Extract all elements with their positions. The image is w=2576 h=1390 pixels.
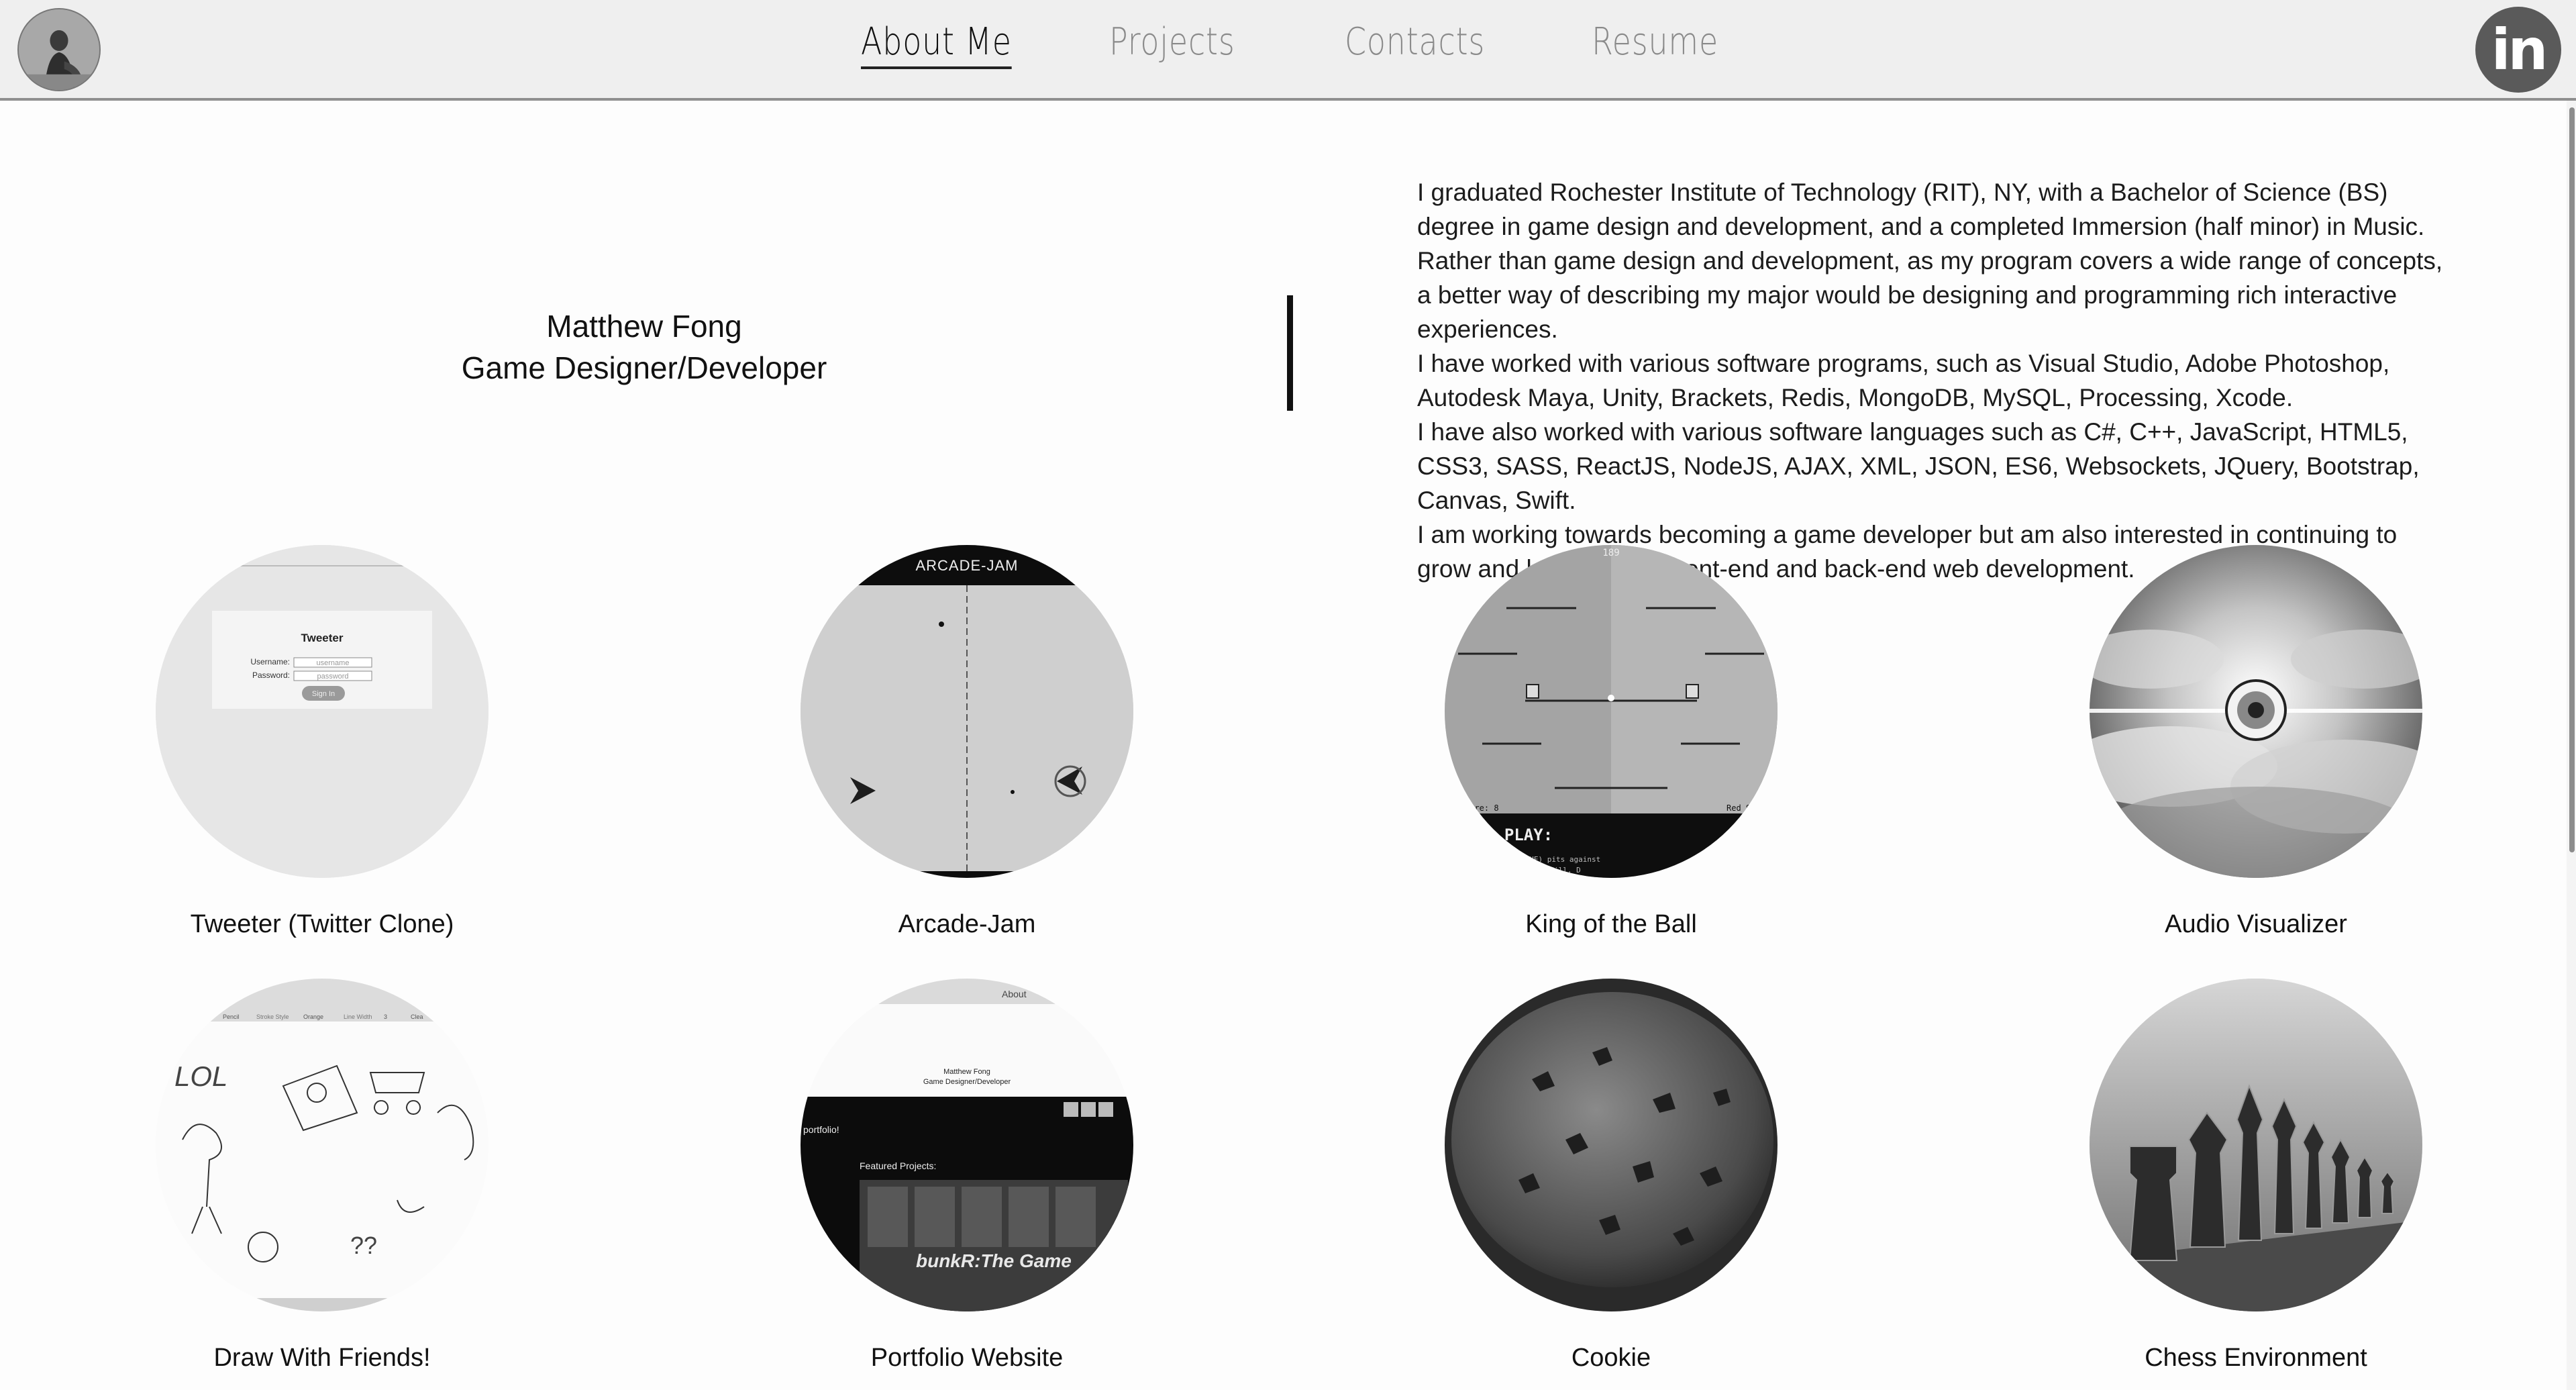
kotb-score: 189 <box>1602 548 1619 558</box>
project-card-audio-visualizer[interactable]: Audio Visualizer <box>2021 545 2491 939</box>
tweeter-signin: Sign In <box>312 690 335 698</box>
draw-clear: Clea <box>411 1013 423 1020</box>
bio-paragraph: I graduated Rochester Institute of Techn… <box>1417 179 2443 343</box>
scrollbar-thumb[interactable] <box>2569 107 2575 852</box>
project-thumbnail[interactable]: Pencil Stroke Style Orange Line Width 3 … <box>156 979 488 1311</box>
project-label[interactable]: Portfolio Website <box>732 1344 1202 1373</box>
tweeter-title: Tweeter <box>301 632 344 644</box>
nav-contacts[interactable]: Contacts <box>1345 20 1485 64</box>
vertical-divider <box>1287 295 1293 411</box>
project-label[interactable]: King of the Ball <box>1376 910 1846 939</box>
project-card-arcade-jam[interactable]: ARCADE-JAM Arcade-Jam <box>732 545 1202 939</box>
tweeter-password-label: Password: <box>252 671 290 680</box>
main-nav: About Me Projects Contacts Resume <box>0 20 2576 81</box>
portfolio-heading: portfolio! <box>803 1124 839 1135</box>
arcade-banner: ARCADE-JAM <box>915 557 1018 574</box>
bio-paragraph: I have also worked with various software… <box>1417 418 2420 514</box>
project-thumbnail[interactable]: About Matthew Fong Game Designer/Develop… <box>801 979 1133 1311</box>
project-thumbnail[interactable] <box>2090 979 2422 1311</box>
project-thumbnail[interactable]: 189 core: 8 Red Sc O PLAY: ayer 2 (BLUE)… <box>1445 545 1778 878</box>
tweeter-username-label: Username: <box>250 657 290 666</box>
project-label[interactable]: Tweeter (Twitter Clone) <box>87 910 557 939</box>
portfolio-about: About <box>1002 989 1027 999</box>
kotb-score-left: core: 8 <box>1465 803 1499 813</box>
kotb-info: ayer 2 (BLUE) pits against <box>1485 855 1600 864</box>
kotb-score-right: Red Sc <box>1727 803 1755 813</box>
portfolio-game: bunkR:The Game <box>916 1250 1072 1271</box>
bio-paragraph: I have worked with various software prog… <box>1417 350 2390 411</box>
project-card-tweeter[interactable]: Tweeter Username: username Password: pas… <box>87 545 557 939</box>
portfolio-role: Game Designer/Developer <box>923 1078 1011 1086</box>
project-thumbnail[interactable] <box>1445 979 1778 1311</box>
bio-text: I graduated Rochester Institute of Techn… <box>1417 175 2457 586</box>
portfolio-name: Matthew Fong <box>943 1068 990 1076</box>
kotb-info2: of the Hill. D <box>1518 866 1581 875</box>
draw-stroke: Stroke Style <box>256 1013 289 1020</box>
nav-resume[interactable]: Resume <box>1592 20 1718 64</box>
linkedin-icon[interactable]: in <box>2475 7 2561 93</box>
project-label[interactable]: Chess Environment <box>2021 1344 2491 1373</box>
site-header: About Me Projects Contacts Resume in <box>0 0 2576 101</box>
project-card-chess-environment[interactable]: Chess Environment <box>2021 979 2491 1373</box>
draw-tool: Pencil <box>223 1013 240 1020</box>
project-card-cookie[interactable]: Cookie <box>1376 979 1846 1373</box>
draw-color: Orange <box>303 1013 323 1020</box>
portfolio-featured: Featured Projects: <box>860 1160 936 1171</box>
project-label[interactable]: Draw With Friends! <box>87 1344 557 1373</box>
draw-width-value: 3 <box>384 1013 387 1020</box>
project-label[interactable]: Audio Visualizer <box>2021 910 2491 939</box>
tweeter-username-placeholder: username <box>317 659 350 667</box>
project-label[interactable]: Cookie <box>1376 1344 1846 1373</box>
draw-doodle: LOL <box>174 1060 227 1092</box>
project-thumbnail[interactable] <box>2090 545 2422 878</box>
project-card-king-of-the-ball[interactable]: 189 core: 8 Red Sc O PLAY: ayer 2 (BLUE)… <box>1376 545 1846 939</box>
project-thumbnail[interactable]: Tweeter Username: username Password: pas… <box>156 545 488 878</box>
draw-width: Line Width <box>344 1013 372 1020</box>
project-thumbnail[interactable]: ARCADE-JAM <box>801 545 1133 878</box>
identity-block: Matthew Fong Game Designer/Developer <box>376 305 913 389</box>
nav-projects[interactable]: Projects <box>1109 20 1235 64</box>
project-card-draw-with-friends[interactable]: Pencil Stroke Style Orange Line Width 3 … <box>87 979 557 1373</box>
person-role: Game Designer/Developer <box>461 350 827 385</box>
linkedin-label: in <box>2491 17 2548 83</box>
tweeter-password-placeholder: password <box>317 673 348 681</box>
kotb-play: O PLAY: <box>1485 826 1553 844</box>
draw-doodle-2: ?? <box>350 1232 377 1259</box>
person-name: Matthew Fong <box>546 309 742 344</box>
nav-about-me[interactable]: About Me <box>861 20 1012 69</box>
project-label[interactable]: Arcade-Jam <box>732 910 1202 939</box>
project-card-portfolio-website[interactable]: About Matthew Fong Game Designer/Develop… <box>732 979 1202 1373</box>
